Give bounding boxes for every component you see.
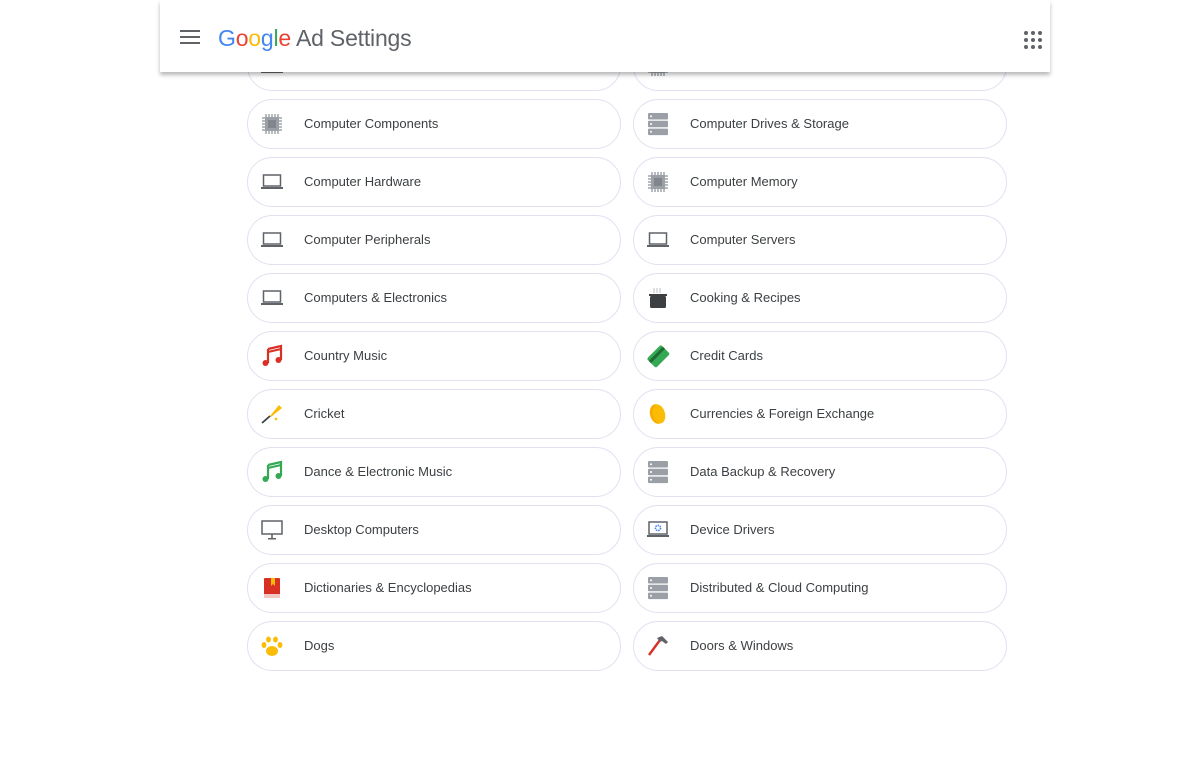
topic-label: Computer Peripherals xyxy=(304,232,431,247)
laptop-icon xyxy=(647,232,669,247)
chip-icon xyxy=(648,172,668,192)
topic-label: Computer Components xyxy=(304,116,439,131)
topic-label: Dance & Electronic Music xyxy=(304,464,453,479)
topic-card[interactable]: Computer Memory xyxy=(633,157,1007,207)
topic-label: Distributed & Cloud Computing xyxy=(690,580,869,595)
laptop-icon xyxy=(261,174,283,189)
topic-label: Desktop Computers xyxy=(304,522,419,537)
topic-label: Dictionaries & Encyclopedias xyxy=(304,580,472,595)
topic-card[interactable]: Desktop Computers xyxy=(247,505,621,555)
topic-card[interactable]: Computer Servers xyxy=(633,215,1007,265)
topic-label: Device Drivers xyxy=(690,522,775,537)
topic-card[interactable]: Doors & Windows xyxy=(633,621,1007,671)
topic-label: Dogs xyxy=(304,638,335,653)
topic-card[interactable]: Cricket xyxy=(247,389,621,439)
topic-card[interactable]: Computer Drives & Storage xyxy=(633,99,1007,149)
topic-label: Computer Hardware xyxy=(304,174,422,189)
hammer-icon xyxy=(648,636,668,656)
coin-icon xyxy=(649,404,666,424)
page-title: Google Ad Settings xyxy=(218,25,412,52)
server-icon xyxy=(648,461,668,484)
apps-grid-icon[interactable] xyxy=(1024,31,1042,49)
laptop-icon xyxy=(261,290,283,305)
desktop-monitor-icon xyxy=(261,520,283,540)
topic-card[interactable]: Dance & Electronic Music xyxy=(247,447,621,497)
credit-card-icon xyxy=(647,345,670,368)
music-note-icon xyxy=(262,460,283,482)
hamburger-menu-icon[interactable] xyxy=(180,30,200,46)
topic-card[interactable]: Dictionaries & Encyclopedias xyxy=(247,563,621,613)
book-icon xyxy=(264,578,280,598)
topic-label: Computers & Electronics xyxy=(304,290,448,305)
topic-label: Computer Servers xyxy=(690,232,796,247)
topic-card[interactable]: Computers & Electronics xyxy=(247,273,621,323)
topic-card[interactable]: Country Music xyxy=(247,331,621,381)
chip-icon xyxy=(262,114,282,134)
cricket-bat-icon xyxy=(261,405,282,424)
server-icon xyxy=(648,113,668,136)
music-note-icon xyxy=(262,344,283,366)
topic-card[interactable]: Computer Peripherals xyxy=(247,215,621,265)
laptop-icon xyxy=(261,232,283,247)
google-logo: Google xyxy=(218,25,291,51)
topic-card[interactable]: Currencies & Foreign Exchange xyxy=(633,389,1007,439)
topic-card[interactable]: Cooking & Recipes xyxy=(633,273,1007,323)
topic-card[interactable]: Credit Cards xyxy=(633,331,1007,381)
topic-card[interactable]: Computer Components xyxy=(247,99,621,149)
topic-card[interactable]: Dogs xyxy=(247,621,621,671)
topic-label: Currencies & Foreign Exchange xyxy=(690,406,875,421)
topic-label: Country Music xyxy=(304,348,388,363)
topic-label: Data Backup & Recovery xyxy=(690,464,836,479)
topic-card[interactable]: Distributed & Cloud Computing xyxy=(633,563,1007,613)
topic-card[interactable]: Device Drivers xyxy=(633,505,1007,555)
paw-icon xyxy=(261,636,283,656)
topic-label: Credit Cards xyxy=(690,348,763,363)
topic-label: Computer Memory xyxy=(690,174,798,189)
topic-label: Cooking & Recipes xyxy=(690,290,801,305)
topic-card[interactable]: Computer Hardware xyxy=(247,157,621,207)
topic-label: Doors & Windows xyxy=(690,638,794,653)
app-name: Ad Settings xyxy=(296,25,412,51)
cooking-pot-icon xyxy=(649,288,667,308)
topic-label: Computer Drives & Storage xyxy=(690,116,849,131)
topic-card[interactable]: Data Backup & Recovery xyxy=(633,447,1007,497)
topic-label: Cricket xyxy=(304,406,345,421)
server-icon xyxy=(648,577,668,600)
laptop-gear-icon xyxy=(647,521,669,537)
app-header: Google Ad Settings xyxy=(160,0,1050,72)
